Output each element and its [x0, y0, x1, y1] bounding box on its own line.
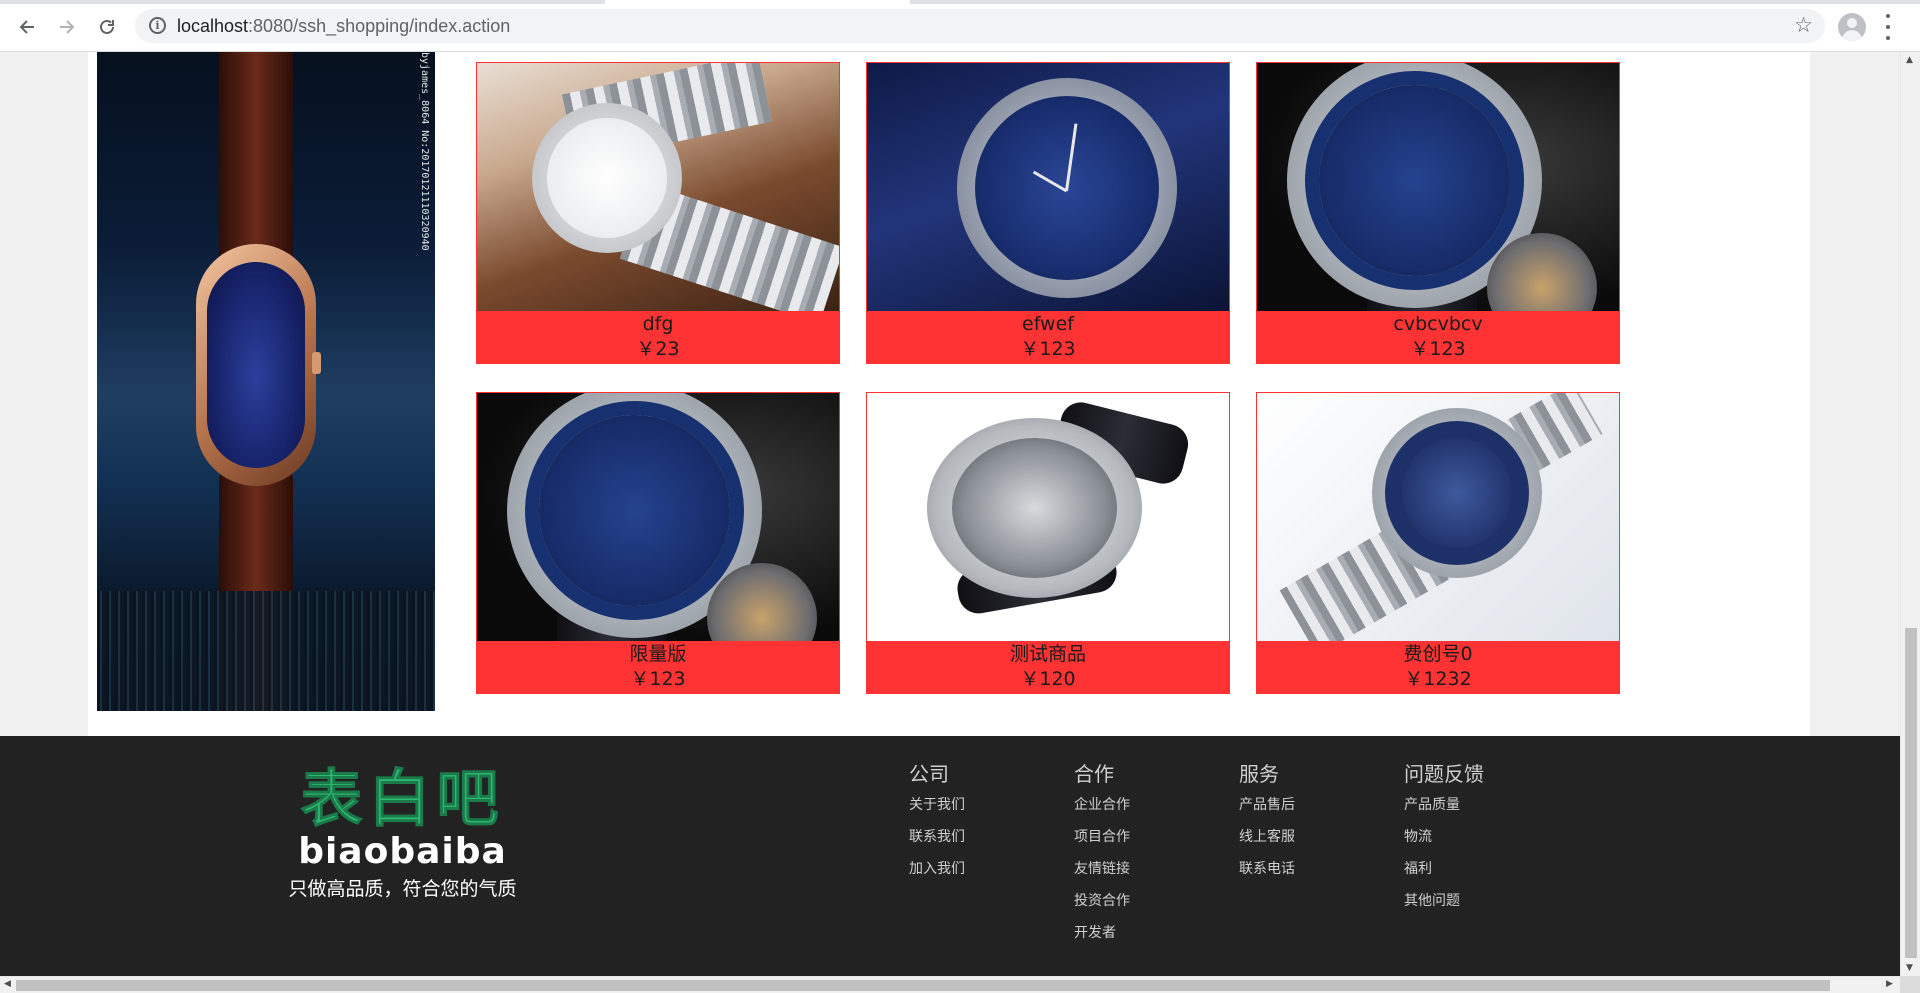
product-image[interactable]: [1257, 63, 1619, 311]
product-price: ￥120: [1020, 668, 1076, 690]
product-name[interactable]: 测试商品: [867, 641, 1229, 667]
address-bar[interactable]: i localhost:8080/ssh_shopping/index.acti…: [135, 9, 1825, 43]
product-caption[interactable]: efwef ￥123: [867, 311, 1229, 363]
footer-link[interactable]: 产品售后: [1239, 796, 1389, 814]
footer-link[interactable]: 联系我们: [909, 828, 1059, 846]
scroll-up-icon[interactable]: ▲: [1906, 55, 1913, 65]
product-caption[interactable]: dfg ￥23: [477, 311, 839, 363]
product-caption[interactable]: 限量版 ￥123: [477, 641, 839, 693]
product-price: ￥1232: [1404, 668, 1472, 690]
footer-link[interactable]: 线上客服: [1239, 828, 1389, 846]
product-card[interactable]: efwef ￥123: [866, 62, 1230, 364]
brand-logo-cn[interactable]: 表白吧: [280, 763, 525, 834]
horizontal-scrollbar[interactable]: ◀ ▶: [0, 976, 1900, 993]
footer-column-cooperation: 合作 企业合作 项目合作 友情链接 投资合作 开发者: [1074, 761, 1224, 956]
product-price: ￥123: [630, 668, 686, 690]
horizontal-scroll-thumb[interactable]: [16, 980, 1830, 991]
footer-link[interactable]: 物流: [1404, 828, 1554, 846]
vertical-scroll-thumb[interactable]: [1905, 628, 1917, 958]
footer-column-service: 服务 产品售后 线上客服 联系电话: [1239, 761, 1389, 892]
footer-column-title: 合作: [1074, 762, 1114, 786]
scrollbar-corner: [1900, 976, 1920, 993]
scroll-left-icon[interactable]: ◀: [4, 979, 11, 989]
vertical-scrollbar[interactable]: ▲ ▼: [1900, 52, 1920, 976]
profile-icon[interactable]: [1838, 13, 1866, 41]
product-card[interactable]: 限量版 ￥123: [476, 392, 840, 694]
footer-link[interactable]: 企业合作: [1074, 796, 1224, 814]
brand-logo-en[interactable]: biaobaiba: [280, 832, 525, 872]
grass-field: [97, 591, 435, 711]
footer-column-feedback: 问题反馈 产品质量 物流 福利 其他问题: [1404, 761, 1554, 924]
active-tab[interactable]: [605, 0, 910, 4]
forward-arrow-icon[interactable]: [52, 12, 82, 42]
page-viewport: byjames_8064 No:20170121110320940 dfg ￥2…: [0, 52, 1900, 976]
product-price: ￥123: [1020, 338, 1076, 360]
footer-column-title: 问题反馈: [1404, 762, 1484, 786]
product-name[interactable]: cvbcvbcv: [1257, 311, 1619, 337]
footer-link[interactable]: 友情链接: [1074, 860, 1224, 878]
product-name[interactable]: efwef: [867, 311, 1229, 337]
product-card[interactable]: 测试商品 ￥120: [866, 392, 1230, 694]
footer-link[interactable]: 开发者: [1074, 924, 1224, 942]
product-image[interactable]: [477, 63, 839, 311]
product-card[interactable]: dfg ￥23: [476, 62, 840, 364]
browser-toolbar: i localhost:8080/ssh_shopping/index.acti…: [0, 0, 1920, 52]
watch-crown: [312, 352, 321, 374]
product-image[interactable]: [1257, 393, 1619, 641]
info-icon[interactable]: i: [149, 17, 166, 34]
footer-link[interactable]: 联系电话: [1239, 860, 1389, 878]
footer-column-company: 公司 关于我们 联系我们 加入我们: [909, 761, 1059, 892]
footer-link[interactable]: 福利: [1404, 860, 1554, 878]
footer-column-title: 公司: [909, 762, 949, 786]
brand-slogan: 只做高品质，符合您的气质: [288, 878, 517, 900]
promo-banner-image[interactable]: byjames_8064 No:20170121110320940: [97, 52, 435, 711]
footer-link[interactable]: 关于我们: [909, 796, 1059, 814]
product-name[interactable]: 限量版: [477, 641, 839, 667]
product-card[interactable]: cvbcvbcv ￥123: [1256, 62, 1620, 364]
footer-link[interactable]: 加入我们: [909, 860, 1059, 878]
footer-brand: 表白吧 biaobaiba 只做高品质，符合您的气质: [280, 763, 525, 902]
reload-icon[interactable]: [92, 12, 122, 42]
product-image[interactable]: [867, 393, 1229, 641]
product-caption[interactable]: 费创号0 ￥1232: [1257, 641, 1619, 693]
back-arrow-icon[interactable]: [12, 12, 42, 42]
product-name[interactable]: dfg: [477, 311, 839, 337]
url-host: localhost: [177, 16, 249, 36]
scroll-right-icon[interactable]: ▶: [1886, 979, 1893, 989]
star-icon[interactable]: ☆: [1794, 13, 1813, 37]
footer-link[interactable]: 项目合作: [1074, 828, 1224, 846]
product-caption[interactable]: 测试商品 ￥120: [867, 641, 1229, 693]
image-watermark: byjames_8064 No:20170121110320940: [419, 52, 430, 251]
footer-link[interactable]: 投资合作: [1074, 892, 1224, 910]
product-price: ￥123: [1410, 338, 1466, 360]
footer-link[interactable]: 产品质量: [1404, 796, 1554, 814]
footer-column-title: 服务: [1239, 762, 1279, 786]
more-vert-icon[interactable]: [1883, 14, 1893, 40]
scroll-down-icon[interactable]: ▼: [1906, 963, 1913, 973]
product-card[interactable]: 费创号0 ￥1232: [1256, 392, 1620, 694]
url-path: :8080/ssh_shopping/index.action: [248, 16, 511, 36]
tab-strip: [0, 0, 1920, 4]
product-image[interactable]: [477, 393, 839, 641]
product-caption[interactable]: cvbcvbcv ￥123: [1257, 311, 1619, 363]
site-footer: 表白吧 biaobaiba 只做高品质，符合您的气质 公司 关于我们 联系我们 …: [0, 736, 1900, 976]
product-image[interactable]: [867, 63, 1229, 311]
watch-dial: [207, 262, 305, 468]
product-name[interactable]: 费创号0: [1257, 641, 1619, 667]
footer-link[interactable]: 其他问题: [1404, 892, 1554, 910]
watch-strap: [219, 52, 293, 262]
product-price: ￥23: [636, 338, 680, 360]
url-text[interactable]: localhost:8080/ssh_shopping/index.action: [177, 16, 510, 37]
